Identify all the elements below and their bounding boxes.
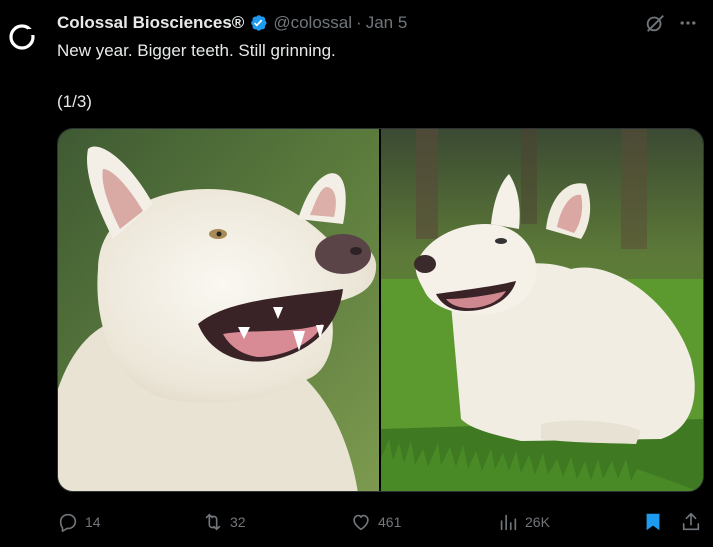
more-icon[interactable] xyxy=(678,13,698,33)
tweet-text-part: (1/3) xyxy=(57,92,92,111)
display-name[interactable]: Colossal Biosciences® xyxy=(57,13,244,33)
photo-wolf-grass[interactable] xyxy=(381,129,703,491)
reply-icon xyxy=(59,513,77,532)
bookmark-icon xyxy=(646,513,660,531)
share-button[interactable] xyxy=(680,508,708,536)
tweet-text: New year. Bigger teeth. Still grinning. xyxy=(57,41,336,60)
repost-count: 32 xyxy=(230,514,246,530)
reply-count: 14 xyxy=(85,514,101,530)
separator: · xyxy=(356,13,362,32)
like-button[interactable]: 461 xyxy=(350,508,401,536)
share-icon xyxy=(682,512,700,531)
tweet-header: Colossal Biosciences® @colossal · Jan 5 xyxy=(57,12,698,34)
views-icon xyxy=(500,514,517,531)
handle[interactable]: @colossal xyxy=(273,13,352,33)
like-icon xyxy=(353,514,369,531)
verified-badge-icon[interactable] xyxy=(248,13,268,33)
grok-icon[interactable] xyxy=(644,12,666,34)
action-bar: 14 32 461 26K xyxy=(57,508,704,536)
views-count: 26K xyxy=(525,514,550,530)
views-button[interactable]: 26K xyxy=(497,508,550,536)
repost-icon xyxy=(205,513,221,531)
like-count: 461 xyxy=(378,514,402,530)
avatar-logo xyxy=(9,24,37,50)
repost-button[interactable]: 32 xyxy=(202,508,246,536)
tweet-date[interactable]: Jan 5 xyxy=(366,13,408,33)
reply-button[interactable]: 14 xyxy=(57,508,101,536)
media-grid xyxy=(57,128,704,492)
bookmark-button[interactable] xyxy=(642,508,670,536)
photo-wolf-closeup[interactable] xyxy=(58,129,379,491)
avatar[interactable] xyxy=(7,22,37,52)
